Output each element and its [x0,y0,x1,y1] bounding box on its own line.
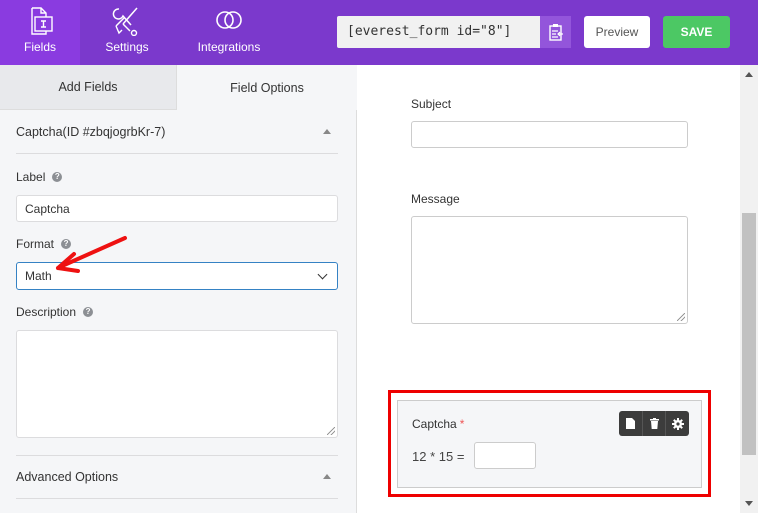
subject-input[interactable] [411,121,688,148]
scrollbar-thumb[interactable] [742,213,756,455]
settings-button[interactable] [666,411,689,436]
settings-tools-icon [112,7,138,36]
form-preview: Subject Message Captcha * 12 * 15 = [358,65,740,513]
message-textarea[interactable] [411,216,688,324]
collapse-caret-icon [323,474,331,479]
copy-shortcode-button[interactable] [540,16,571,48]
panel-tabs: Add Fields Field Options [0,65,357,110]
gear-icon [671,417,684,430]
duplicate-button[interactable] [619,411,643,436]
fields-icon [31,7,53,35]
collapse-caret-icon [323,129,331,134]
section-title: Captcha(ID #zbqjogrbKr-7) [16,124,166,139]
resize-handle-icon[interactable] [677,313,685,321]
delete-button[interactable] [643,411,667,436]
duplicate-icon [625,418,635,429]
chevron-down-icon [317,269,328,279]
format-select[interactable]: Math [16,262,338,290]
resize-handle-icon[interactable] [327,427,335,435]
format-select-value: Math [25,269,52,283]
tab-add-fields[interactable]: Add Fields [0,65,177,110]
subject-label: Subject [411,97,452,111]
nav-settings-label: Settings [105,40,149,54]
advanced-options-header[interactable]: Advanced Options [16,455,338,499]
captcha-field-block[interactable]: Captcha * 12 * 15 = [397,400,702,488]
captcha-label: Captcha * [412,417,464,431]
label-field-label: Label ? [16,170,63,184]
scroll-down-icon[interactable] [745,501,753,506]
nav-integrations[interactable]: Integrations [184,0,274,65]
help-icon[interactable]: ? [61,239,72,249]
shortcode-field[interactable]: [everest_form id="8"] [337,16,540,48]
help-icon[interactable]: ? [52,172,63,182]
tab-field-options[interactable]: Field Options [177,65,357,110]
format-text: Format [16,237,55,251]
advanced-options-title: Advanced Options [16,469,119,484]
format-field-label: Format ? [16,237,72,251]
preview-button[interactable]: Preview [584,16,650,48]
scroll-up-icon[interactable] [745,72,753,77]
trash-icon [649,418,659,429]
message-label: Message [411,192,460,206]
help-icon[interactable]: ? [83,307,94,317]
save-button[interactable]: SAVE [663,16,730,48]
integrations-rings-icon [216,11,242,29]
field-options-panel: Add Fields Field Options Captcha(ID #zbq… [0,65,357,513]
nav-fields[interactable]: Fields [0,0,80,65]
captcha-answer-input[interactable] [474,442,536,469]
label-input[interactable]: Captcha [16,195,338,222]
nav-integrations-label: Integrations [197,40,261,54]
clipboard-copy-icon [548,24,563,41]
nav-settings[interactable]: Settings [80,0,174,65]
captcha-equation: 12 * 15 = [412,449,465,464]
required-mark: * [459,417,465,431]
description-textarea[interactable] [16,330,338,438]
top-bar: Fields Settings Integrations [everest_fo… [0,0,758,65]
scrollbar[interactable] [740,65,758,513]
label-text: Label [16,170,46,184]
description-text: Description [16,305,77,319]
nav-fields-label: Fields [23,40,56,54]
field-toolbar [619,411,689,436]
captcha-section-header[interactable]: Captcha(ID #zbqjogrbKr-7) [16,110,338,154]
description-field-label: Description ? [16,305,94,319]
captcha-label-text: Captcha [412,417,457,431]
